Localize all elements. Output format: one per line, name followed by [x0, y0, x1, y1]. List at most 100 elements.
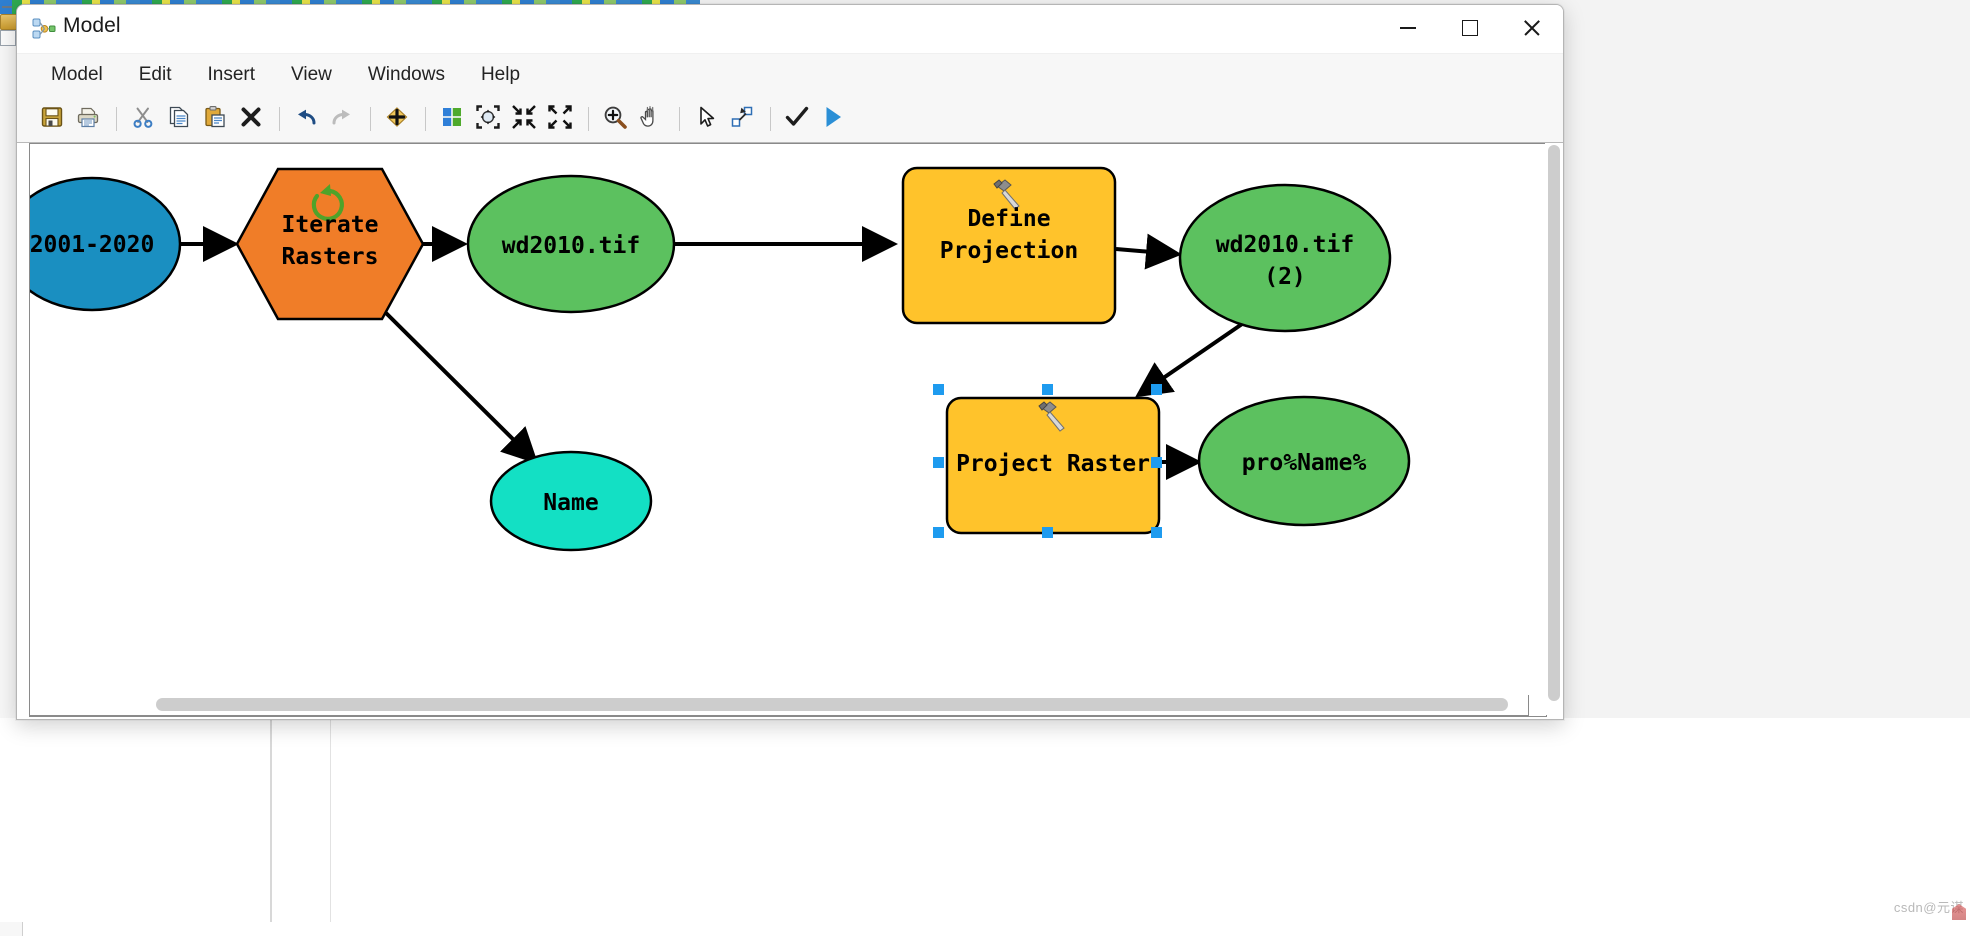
menu-item-view[interactable]: View [275, 60, 348, 90]
model-builder-window: Model Model Edit Insert View Windows Hel… [16, 4, 1564, 720]
selection-handle-bottom-center[interactable] [1042, 527, 1053, 538]
delete-button[interactable] [234, 102, 268, 136]
menu-item-help[interactable]: Help [465, 60, 536, 90]
toolbar-separator [116, 107, 117, 131]
fit-diagram-icon [475, 104, 501, 135]
model-canvas-surface[interactable]: 2001-2020 Iterate Rasters wd2010.tif [30, 144, 1510, 692]
arrows-in-icon [511, 104, 537, 135]
name-variable-label: Name [543, 490, 598, 516]
background-window-icon [0, 30, 16, 46]
node-project-raster[interactable]: Project Raster [933, 384, 1162, 538]
node-input-rasters[interactable]: 2001-2020 [30, 178, 180, 310]
checkmark-icon [784, 104, 810, 135]
toolbar-separator [770, 107, 771, 131]
horizontal-scrollbar[interactable] [29, 695, 1529, 716]
model-canvas[interactable]: 2001-2020 Iterate Rasters wd2010.tif [29, 143, 1547, 717]
window-title: Model [63, 14, 121, 38]
menu-item-windows[interactable]: Windows [352, 60, 461, 90]
full-view-button[interactable] [471, 102, 505, 136]
menu-item-model[interactable]: Model [35, 60, 119, 90]
connect-nodes-icon [730, 105, 754, 134]
four-squares-icon [440, 105, 464, 134]
pan-tool-button[interactable] [634, 102, 668, 136]
node-wd2010-tif-2[interactable]: wd2010.tif (2) [1180, 185, 1390, 331]
selection-handle-mid-right[interactable] [1151, 457, 1162, 468]
node-define-projection[interactable]: Define Projection [903, 168, 1115, 323]
background-lower-panel [0, 718, 1970, 922]
toolbar-separator [425, 107, 426, 131]
horizontal-scrollbar-thumb[interactable] [156, 698, 1508, 711]
selection-handle-mid-left[interactable] [933, 457, 944, 468]
model-diagram: 2001-2020 Iterate Rasters wd2010.tif [30, 144, 1510, 692]
toolbar-separator [679, 107, 680, 131]
auto-layout-button[interactable] [435, 102, 469, 136]
wd2010-tif-2-label-line2: (2) [1264, 264, 1306, 290]
wd2010-tif-2-label-line1: wd2010.tif [1216, 232, 1354, 258]
scissors-icon [131, 105, 155, 134]
toolbar-separator [279, 107, 280, 131]
print-button[interactable] [71, 102, 105, 136]
paste-button[interactable] [198, 102, 232, 136]
cut-button[interactable] [126, 102, 160, 136]
vertical-scrollbar[interactable] [1545, 143, 1563, 715]
node-iterate-rasters[interactable]: Iterate Rasters [237, 169, 423, 319]
close-icon [1523, 19, 1541, 37]
minimize-button[interactable] [1377, 5, 1439, 51]
magnifier-plus-icon [602, 104, 628, 135]
minimize-icon [1400, 27, 1416, 29]
define-projection-label-line2: Projection [940, 238, 1078, 264]
edge-wd2010-2-to-project-raster [1140, 322, 1245, 394]
redo-button[interactable] [325, 102, 359, 136]
node-name-variable[interactable]: Name [491, 452, 651, 550]
run-button[interactable] [816, 102, 850, 136]
zoom-in-corners-button[interactable] [543, 102, 577, 136]
zoom-tool-button[interactable] [598, 102, 632, 136]
wd2010-tif-2-shape[interactable] [1180, 185, 1390, 331]
save-button[interactable] [35, 102, 69, 136]
cursor-arrow-icon [694, 105, 718, 134]
hand-pan-icon [638, 104, 664, 135]
clipboard-paste-icon [203, 105, 227, 134]
background-divider-2 [330, 718, 331, 922]
input-rasters-label: 2001-2020 [30, 232, 154, 258]
background-divider-1 [270, 718, 272, 922]
toolbar [17, 96, 1563, 143]
node-wd2010-tif[interactable]: wd2010.tif [468, 176, 674, 312]
connect-tool-button[interactable] [725, 102, 759, 136]
x-cross-icon [239, 105, 263, 134]
maximize-button[interactable] [1439, 5, 1501, 51]
floppy-disk-icon [40, 105, 64, 134]
selection-handle-bottom-left[interactable] [933, 527, 944, 538]
select-tool-button[interactable] [689, 102, 723, 136]
close-button[interactable] [1501, 5, 1563, 51]
edge-define-projection-to-wd2010-2 [1116, 249, 1176, 254]
zoom-out-corners-button[interactable] [507, 102, 541, 136]
copy-button[interactable] [162, 102, 196, 136]
menu-item-insert[interactable]: Insert [192, 60, 272, 90]
copy-pages-icon [167, 105, 191, 134]
iterate-rasters-label-line1: Iterate [282, 212, 379, 238]
define-projection-label-line1: Define [967, 206, 1050, 232]
undo-button[interactable] [289, 102, 323, 136]
toolbar-separator [588, 107, 589, 131]
selection-handle-top-center[interactable] [1042, 384, 1053, 395]
title-bar: Model [17, 5, 1563, 53]
iterate-rasters-label-line2: Rasters [282, 244, 379, 270]
selection-handle-top-right[interactable] [1151, 384, 1162, 395]
menu-bar: Model Edit Insert View Windows Help [17, 53, 1563, 96]
add-data-button[interactable] [380, 102, 414, 136]
menu-item-edit[interactable]: Edit [123, 60, 188, 90]
project-raster-label: Project Raster [956, 451, 1150, 477]
redo-arrow-icon [330, 105, 354, 134]
validate-button[interactable] [780, 102, 814, 136]
selection-handle-bottom-right[interactable] [1151, 527, 1162, 538]
undo-arrow-icon [294, 105, 318, 134]
maximize-icon [1462, 20, 1478, 36]
model-builder-icon [31, 16, 57, 42]
vertical-scrollbar-thumb[interactable] [1548, 145, 1560, 701]
pro-name-output-label: pro%Name% [1242, 450, 1367, 476]
toolbar-separator [370, 107, 371, 131]
play-triangle-icon [820, 104, 846, 135]
selection-handle-top-left[interactable] [933, 384, 944, 395]
node-pro-name-output[interactable]: pro%Name% [1199, 397, 1409, 525]
